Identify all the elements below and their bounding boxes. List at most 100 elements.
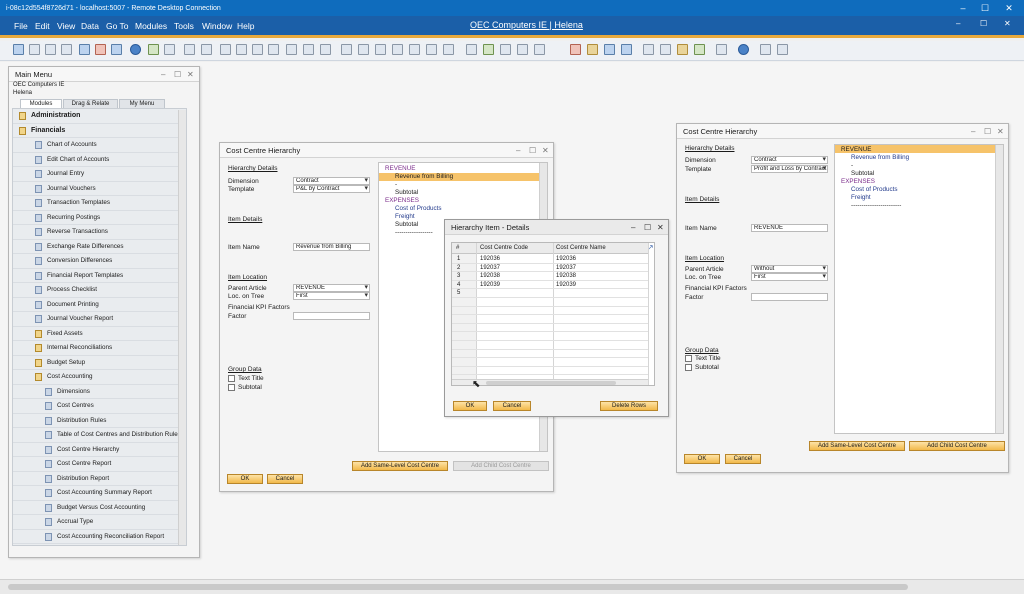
payment-icon[interactable]: [392, 44, 403, 55]
cost-centre-name-cell[interactable]: 192038: [556, 273, 576, 279]
menu-item[interactable]: Edit Chart of Accounts: [13, 153, 180, 167]
reports-icon[interactable]: [587, 44, 598, 55]
filter-icon[interactable]: [303, 44, 314, 55]
previous-record-icon[interactable]: [236, 44, 247, 55]
text-title-checkbox[interactable]: [228, 375, 235, 382]
last-record-icon[interactable]: [268, 44, 279, 55]
cost-centre-name-cell[interactable]: 192039: [556, 282, 576, 288]
menu-edit[interactable]: Edit: [35, 21, 50, 31]
menu-item[interactable]: Budget Versus Cost Accounting: [13, 501, 180, 515]
cch2-minimize-button[interactable]: –: [971, 127, 975, 136]
lock-screen-icon[interactable]: [130, 44, 141, 55]
menu-item[interactable]: Budget Setup: [13, 356, 180, 370]
tree-scrollbar[interactable]: [995, 145, 1003, 433]
factor-field[interactable]: [751, 293, 828, 301]
cost-centre-name-cell[interactable]: 192036: [556, 256, 576, 262]
form-settings-icon[interactable]: [466, 44, 477, 55]
cost-centre-name-cell[interactable]: 192037: [556, 265, 576, 271]
tree-item[interactable]: ------------------: [395, 229, 433, 236]
menu-item[interactable]: Process Checklist: [13, 283, 180, 298]
cch2-close-button[interactable]: ✕: [997, 127, 1004, 136]
menu-data[interactable]: Data: [81, 21, 99, 31]
tree-item[interactable]: Freight: [851, 194, 871, 201]
menu-item[interactable]: Financials: [13, 124, 180, 138]
menu-item[interactable]: Cost Accounting Reconciliation Report: [13, 530, 180, 544]
journal-icon[interactable]: [375, 44, 386, 55]
ok-button[interactable]: OK: [453, 401, 487, 411]
add-icon[interactable]: [164, 44, 175, 55]
tree-item[interactable]: Subtotal: [395, 189, 418, 196]
menu-item[interactable]: Conversion Differences: [13, 254, 180, 269]
main-menu-close-button[interactable]: ✕: [187, 70, 194, 79]
tree-item[interactable]: Cost of Products: [395, 205, 442, 212]
grid-scroll-thumb[interactable]: [486, 381, 616, 385]
menu-item[interactable]: Journal Entry: [13, 167, 180, 182]
modules-scrollbar[interactable]: [178, 110, 186, 545]
hid-minimize-button[interactable]: –: [631, 223, 635, 232]
refresh-icon[interactable]: [286, 44, 297, 55]
rdp-close-button[interactable]: ✕: [998, 0, 1020, 16]
factor-field[interactable]: [293, 312, 370, 320]
row-number[interactable]: 4: [457, 282, 460, 288]
menu-item[interactable]: Chart of Accounts: [13, 138, 180, 153]
cch1-maximize-button[interactable]: ☐: [529, 146, 536, 155]
menu-item[interactable]: Administration: [13, 109, 180, 124]
tree-item[interactable]: Freight: [395, 213, 415, 220]
cost-centre-code-cell[interactable]: 192037: [480, 265, 500, 271]
cancel-button[interactable]: Cancel: [267, 474, 303, 484]
calendar-icon[interactable]: [534, 44, 545, 55]
pdf-icon[interactable]: [95, 44, 106, 55]
row-number[interactable]: 1: [457, 256, 460, 262]
add-child-button[interactable]: Add Child Cost Centre: [909, 441, 1005, 451]
backup-icon[interactable]: [677, 44, 688, 55]
menu-item[interactable]: Cost Centres: [13, 399, 180, 414]
tree-item[interactable]: EXPENSES: [841, 178, 875, 185]
portal-icon[interactable]: [777, 44, 788, 55]
document-icon[interactable]: [184, 44, 195, 55]
menu-item[interactable]: Fixed Assets: [13, 327, 180, 341]
parent-article-select[interactable]: REVENUE: [293, 284, 370, 292]
menu-item[interactable]: Table of Cost Centres and Distribution R…: [13, 428, 181, 443]
workspace-horizontal-scrollbar[interactable]: [0, 579, 1024, 594]
tree-item[interactable]: Cost of Products: [851, 186, 898, 193]
app-close-button[interactable]: ✕: [1004, 19, 1011, 28]
cancel-button[interactable]: Cancel: [493, 401, 531, 411]
hid-close-button[interactable]: ✕: [657, 223, 664, 232]
cch2-maximize-button[interactable]: ☐: [984, 127, 991, 136]
ok-button[interactable]: OK: [227, 474, 263, 484]
cost-centre-code-cell[interactable]: 192038: [480, 273, 500, 279]
menu-item[interactable]: Recurring Postings: [13, 211, 180, 225]
row-number[interactable]: 5: [457, 290, 460, 296]
settings-icon[interactable]: [483, 44, 494, 55]
preview-icon[interactable]: [13, 44, 24, 55]
tree-item[interactable]: Revenue from Billing: [851, 154, 909, 161]
launch-browser-icon[interactable]: [694, 44, 705, 55]
calculator-icon[interactable]: [643, 44, 654, 55]
cost-centre-code-cell[interactable]: 192039: [480, 282, 500, 288]
loc-on-tree-select[interactable]: First: [293, 292, 370, 300]
menu-item[interactable]: Journal Voucher Report: [13, 312, 180, 327]
template-select[interactable]: P&L by Contract: [293, 185, 370, 193]
currency-icon[interactable]: [443, 44, 454, 55]
menu-goto[interactable]: Go To: [106, 21, 129, 31]
sort-icon[interactable]: [320, 44, 331, 55]
menu-item[interactable]: Exchange Rate Differences: [13, 240, 180, 254]
menu-window[interactable]: Window: [202, 21, 232, 31]
cost-centre-code-cell[interactable]: 192036: [480, 256, 500, 262]
menu-item[interactable]: Transaction Templates: [13, 196, 180, 211]
help-icon[interactable]: [738, 44, 749, 55]
add-child-button[interactable]: Add Child Cost Centre: [453, 461, 549, 471]
users-icon[interactable]: [621, 44, 632, 55]
crystal-icon[interactable]: [604, 44, 615, 55]
menu-modules[interactable]: Modules: [135, 21, 167, 31]
messages-icon[interactable]: [500, 44, 511, 55]
menu-item[interactable]: Journal Vouchers: [13, 182, 180, 196]
tree-item[interactable]: Subtotal: [851, 170, 874, 177]
export-icon[interactable]: [79, 44, 90, 55]
menu-help[interactable]: Help: [237, 21, 254, 31]
print-icon[interactable]: [29, 44, 40, 55]
tree-item[interactable]: -: [851, 162, 853, 169]
subtotal-checkbox[interactable]: [685, 364, 692, 371]
tree-item[interactable]: Subtotal: [395, 221, 418, 228]
email-icon[interactable]: [45, 44, 56, 55]
